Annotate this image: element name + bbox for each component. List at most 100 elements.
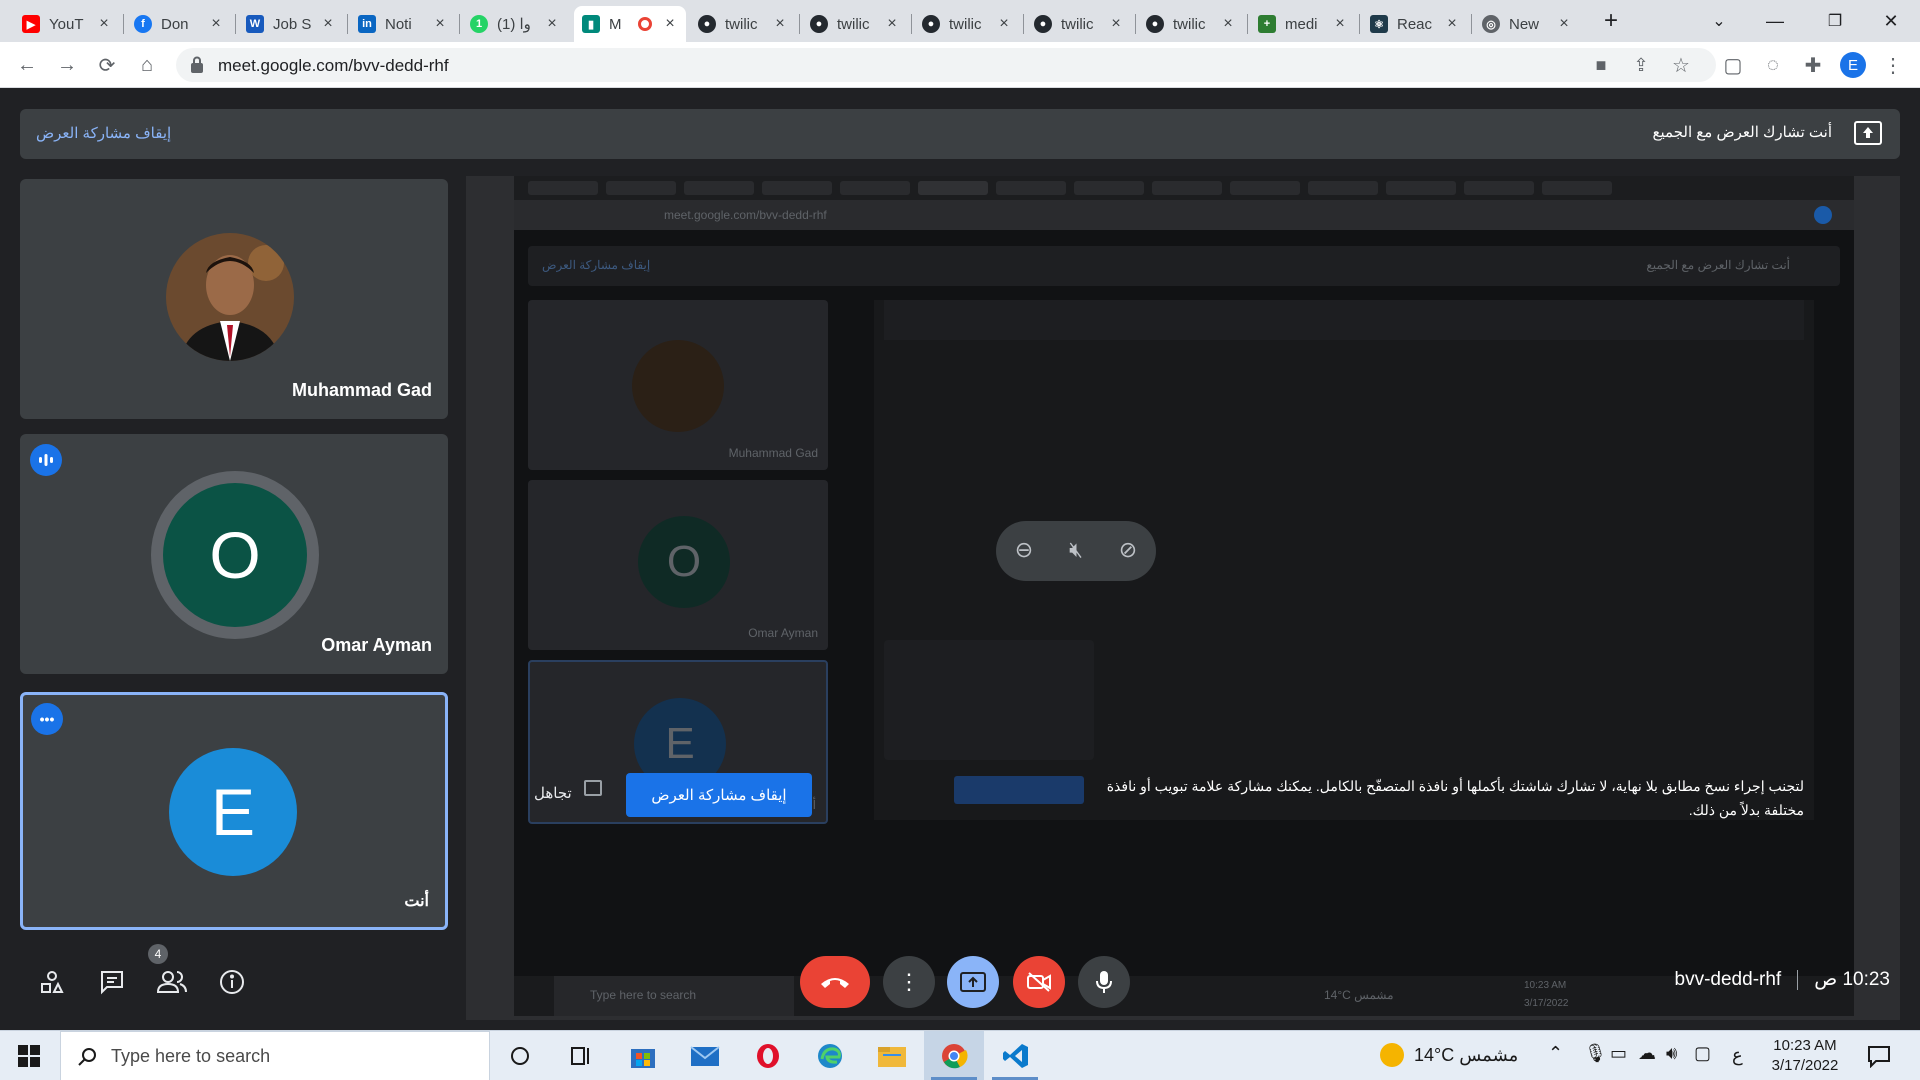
tab-github-3[interactable]: ● twilic × xyxy=(914,6,1020,42)
stop-presenting-button[interactable]: إيقاف مشاركة العرض xyxy=(626,773,812,817)
forward-button[interactable]: → xyxy=(52,50,82,80)
tab-linkedin[interactable]: in Noti × xyxy=(350,6,456,42)
tab-label: Don xyxy=(161,15,189,33)
present-screen-icon xyxy=(1854,121,1882,145)
tab-facebook[interactable]: f Don × xyxy=(126,6,232,42)
tab-new-tab[interactable]: ◎ New × xyxy=(1474,6,1580,42)
notifications-icon[interactable] xyxy=(1862,1039,1896,1073)
minimize-tile-icon[interactable]: ⊖ xyxy=(1010,537,1038,565)
participant-name: Omar Ayman xyxy=(321,635,432,655)
file-explorer-icon[interactable] xyxy=(875,1039,909,1073)
more-options-icon[interactable]: ••• xyxy=(31,703,63,735)
more-options-button[interactable]: ⋮ xyxy=(883,956,935,1008)
pin-off-icon[interactable]: ⊘ xyxy=(1114,537,1142,565)
tab-search-chevron-icon[interactable]: ⌄ xyxy=(1696,0,1742,42)
share-icon[interactable]: ⇪ xyxy=(1626,50,1656,80)
windows-start-button[interactable] xyxy=(0,1031,58,1080)
camera-off-button[interactable] xyxy=(1013,956,1065,1008)
close-icon[interactable]: × xyxy=(662,15,678,33)
close-icon[interactable]: × xyxy=(1444,15,1460,33)
tab-medix[interactable]: + medi × xyxy=(1250,6,1356,42)
address-bar[interactable]: meet.google.com/bvv-dedd-rhf xyxy=(176,48,1716,82)
tab-github-1[interactable]: ● twilic × xyxy=(690,6,796,42)
extensions-puzzle-icon[interactable]: ✚ xyxy=(1798,50,1828,80)
meeting-details-icon[interactable] xyxy=(214,964,250,1000)
close-icon[interactable]: × xyxy=(544,15,560,33)
opera-icon[interactable] xyxy=(751,1039,785,1073)
close-icon[interactable]: × xyxy=(1108,15,1124,33)
microphone-button[interactable] xyxy=(1078,956,1130,1008)
language-indicator[interactable]: ع xyxy=(1732,1045,1743,1066)
reload-button[interactable]: ⟳ xyxy=(92,50,122,80)
network-icon[interactable]: ☁ xyxy=(1638,1043,1656,1064)
tab-label: Reac xyxy=(1397,15,1433,33)
home-button[interactable]: ⌂ xyxy=(132,50,162,80)
extension-2-icon[interactable]: ◌ xyxy=(1758,50,1788,80)
close-icon[interactable]: × xyxy=(1556,15,1572,33)
mirror-avatar-initial: O xyxy=(638,516,730,608)
minimize-button[interactable]: — xyxy=(1752,0,1798,42)
new-tab-button[interactable]: + xyxy=(1588,0,1634,42)
close-icon[interactable]: × xyxy=(772,15,788,33)
taskbar-clock[interactable]: 10:23 AM 3/17/2022 xyxy=(1760,1036,1850,1076)
edge-icon[interactable] xyxy=(813,1039,847,1073)
mute-volume-icon[interactable]: 🔇︎ xyxy=(1062,537,1090,565)
weather-text[interactable]: 14°C مشمس xyxy=(1414,1045,1518,1066)
close-icon[interactable]: × xyxy=(1332,15,1348,33)
tray-chevron-icon[interactable]: ⌃ xyxy=(1548,1043,1563,1064)
task-view-icon[interactable] xyxy=(563,1039,597,1073)
cortana-icon[interactable] xyxy=(503,1039,537,1073)
stop-sharing-link[interactable]: إيقاف مشاركة العرض xyxy=(36,124,171,142)
people-icon[interactable] xyxy=(154,964,190,1000)
vscode-icon[interactable] xyxy=(999,1039,1033,1073)
self-tile[interactable]: ••• E أنت xyxy=(20,692,448,930)
close-icon[interactable]: × xyxy=(432,15,448,33)
close-icon[interactable]: × xyxy=(1220,15,1236,33)
chat-icon[interactable] xyxy=(94,964,130,1000)
tab-github-4[interactable]: ● twilic × xyxy=(1026,6,1132,42)
chrome-icon[interactable] xyxy=(937,1039,971,1073)
tab-github-5[interactable]: ● twilic × xyxy=(1138,6,1244,42)
close-window-button[interactable]: ✕ xyxy=(1868,0,1914,42)
extension-icon[interactable]: ▢ xyxy=(1718,50,1748,80)
tab-label: M xyxy=(609,15,622,33)
tab-separator xyxy=(911,14,912,34)
leave-call-button[interactable] xyxy=(800,956,870,1008)
volume-icon[interactable]: 🔊︎ xyxy=(1666,1043,1677,1064)
mirror-url: meet.google.com/bvv-dedd-rhf xyxy=(664,208,827,222)
back-button[interactable]: ← xyxy=(12,50,42,80)
close-icon[interactable]: × xyxy=(996,15,1012,33)
tab-whatsapp[interactable]: 1 (1) وا × xyxy=(462,6,568,42)
browser-toolbar: ← → ⟳ ⌂ meet.google.com/bvv-dedd-rhf ■ ⇪… xyxy=(0,42,1920,88)
close-icon[interactable]: × xyxy=(208,15,224,33)
microphone-tray-icon[interactable]: 🎙︎ xyxy=(1584,1043,1607,1064)
mirror-time: 10:23 AM xyxy=(1524,980,1567,991)
bookmark-star-icon[interactable]: ☆ xyxy=(1666,50,1696,80)
mirror-banner-stop: إيقاف مشاركة العرض xyxy=(542,258,651,272)
present-now-button[interactable] xyxy=(947,956,999,1008)
tab-youtube[interactable]: ▶ YouT × xyxy=(14,6,120,42)
participant-tile[interactable]: O Omar Ayman xyxy=(20,434,448,674)
close-icon[interactable]: × xyxy=(320,15,336,33)
camera-in-use-icon[interactable]: ■ xyxy=(1586,50,1616,80)
tab-meet-active[interactable]: ▮ M × xyxy=(574,6,686,42)
maximize-button[interactable]: ❐ xyxy=(1812,0,1858,42)
taskbar-search-box[interactable]: Type here to search xyxy=(60,1031,490,1080)
participant-tile[interactable]: Muhammad Gad xyxy=(20,179,448,419)
menu-kebab-icon[interactable]: ⋮ xyxy=(1878,50,1908,80)
mail-icon[interactable] xyxy=(688,1039,722,1073)
close-icon[interactable]: × xyxy=(884,15,900,33)
linkedin-icon: in xyxy=(358,15,376,33)
activities-icon[interactable] xyxy=(34,964,70,1000)
tab-github-2[interactable]: ● twilic × xyxy=(802,6,908,42)
tab-word[interactable]: W Job S × xyxy=(238,6,344,42)
tab-react[interactable]: ⚛ Reac × xyxy=(1362,6,1468,42)
battery-icon[interactable]: ▭ xyxy=(1610,1043,1627,1064)
mirror-banner-text: أنت تشارك العرض مع الجميع xyxy=(1646,258,1790,272)
display-icon[interactable]: ▢ xyxy=(1694,1043,1711,1064)
close-icon[interactable]: × xyxy=(96,15,112,33)
github-icon: ● xyxy=(922,15,940,33)
profile-avatar[interactable]: E xyxy=(1838,50,1868,80)
dismiss-warning-link[interactable]: تجاهل xyxy=(534,784,572,802)
microsoft-store-icon[interactable] xyxy=(626,1039,660,1073)
